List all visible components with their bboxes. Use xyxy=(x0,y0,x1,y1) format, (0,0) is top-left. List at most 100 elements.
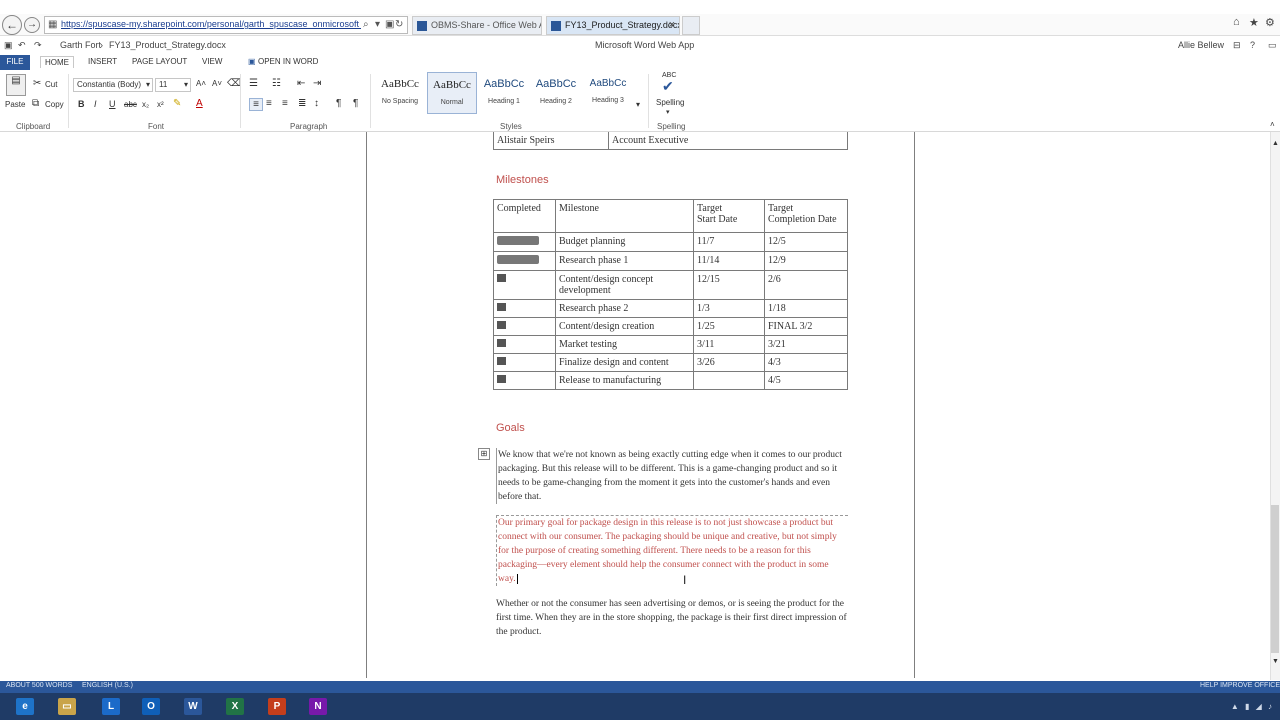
scroll-down-icon[interactable]: ▼ xyxy=(1272,658,1279,665)
forward-icon[interactable]: → xyxy=(24,17,40,33)
document-page[interactable]: Alistair Speirs Account Executive Milest… xyxy=(366,132,915,678)
table-cell[interactable] xyxy=(693,371,765,390)
strikethrough-icon[interactable]: abc xyxy=(124,100,137,109)
dropdown-icon[interactable]: ▾ xyxy=(375,19,380,30)
taskbar-app-icon[interactable]: L xyxy=(102,698,120,715)
checkbox-icon[interactable] xyxy=(497,303,506,311)
table-cell[interactable]: 12/5 xyxy=(764,232,848,252)
table-header-cell[interactable]: Target Start Date xyxy=(693,199,765,233)
table-cell[interactable]: 11/14 xyxy=(693,251,765,271)
table-cell[interactable]: FINAL 3/2 xyxy=(764,317,848,336)
goals-paragraph-2[interactable]: Our primary goal for package design in t… xyxy=(496,515,848,586)
completed-cell[interactable] xyxy=(493,335,556,354)
address-url[interactable]: https://spuscase-my.sharepoint.com/perso… xyxy=(61,19,361,29)
tab-page-layout[interactable]: PAGE LAYOUT xyxy=(128,56,191,67)
home-icon[interactable]: ⌂ xyxy=(1233,16,1240,28)
save-icon[interactable]: ▣ xyxy=(4,40,13,51)
ltr-icon[interactable]: ¶ xyxy=(336,98,341,109)
numbering-icon[interactable]: ☷ xyxy=(272,78,281,89)
favorites-star-icon[interactable]: ★ xyxy=(1249,16,1259,29)
breadcrumb-owner[interactable]: Garth Fort xyxy=(60,40,101,50)
font-name-select[interactable]: Constantia (Body) ▾ xyxy=(73,78,153,92)
checkbox-icon[interactable] xyxy=(497,375,506,383)
table-cell[interactable]: 1/25 xyxy=(693,317,765,336)
completed-cell[interactable] xyxy=(493,270,556,300)
underline-icon[interactable]: U xyxy=(109,99,116,109)
cut-button[interactable]: Cut xyxy=(45,80,57,89)
rtl-icon[interactable]: ¶ xyxy=(353,98,358,109)
taskbar-app-icon[interactable]: X xyxy=(226,698,244,715)
settings-gear-icon[interactable]: ⚙ xyxy=(1265,16,1275,29)
table-cell[interactable]: Research phase 1 xyxy=(555,251,694,271)
style-normal[interactable]: AaBbCc Normal xyxy=(427,72,477,114)
align-right-icon[interactable]: ≡ xyxy=(282,98,288,109)
ribbon-collapse-icon[interactable]: ▭ xyxy=(1268,40,1277,51)
language-indicator[interactable]: ENGLISH (U.S.) xyxy=(82,682,133,689)
table-cell[interactable]: 3/11 xyxy=(693,335,765,354)
tab-open-in-word[interactable]: OPEN IN WORD xyxy=(254,56,322,67)
table-cell[interactable]: 3/26 xyxy=(693,353,765,372)
document-title[interactable]: FY13_Product_Strategy.docx xyxy=(109,40,226,50)
search-icon[interactable]: ⌕ xyxy=(363,19,369,30)
shrink-font-icon[interactable]: A˅ xyxy=(212,79,222,88)
taskbar-app-icon[interactable]: e xyxy=(16,698,34,715)
checkbox-icon[interactable] xyxy=(497,339,506,347)
table-cell[interactable]: 4/5 xyxy=(764,371,848,390)
refresh-icon[interactable]: ↻ xyxy=(395,19,403,30)
back-icon[interactable]: ← xyxy=(2,15,22,35)
undo-icon[interactable]: ↶ xyxy=(18,40,26,51)
table-cell[interactable]: Content/design creation xyxy=(555,317,694,336)
completed-cell[interactable] xyxy=(493,251,556,271)
cut-icon[interactable]: ✂ xyxy=(33,78,41,89)
bold-icon[interactable]: B xyxy=(78,99,85,109)
copy-icon[interactable]: ⧉ xyxy=(32,98,39,109)
table-cell[interactable]: Account Executive xyxy=(608,132,848,150)
system-tray-icons[interactable]: ▲ ▮ ◢ ♪ xyxy=(1231,702,1274,711)
copy-button[interactable]: Copy xyxy=(45,100,64,109)
decrease-indent-icon[interactable]: ⇤ xyxy=(297,78,305,89)
table-header-cell[interactable]: Milestone xyxy=(555,199,694,233)
completed-cell[interactable] xyxy=(493,299,556,318)
browser-tab-inactive[interactable]: OBMS-Share - Office Web Apps xyxy=(412,16,542,35)
table-cell[interactable]: Alistair Speirs xyxy=(493,132,609,150)
taskbar-app-icon[interactable]: P xyxy=(268,698,286,715)
completed-cell[interactable] xyxy=(493,371,556,390)
bullets-icon[interactable]: ☰ xyxy=(249,78,258,89)
table-cell[interactable]: 1/18 xyxy=(764,299,848,318)
subscript-icon[interactable]: x₂ xyxy=(142,100,149,109)
table-cell[interactable]: 2/6 xyxy=(764,270,848,300)
share-icon[interactable]: ⊟ xyxy=(1233,40,1241,51)
checkbox-icon[interactable] xyxy=(497,274,506,282)
paste-label[interactable]: Paste xyxy=(5,100,25,109)
goals-heading[interactable]: Goals xyxy=(496,422,525,434)
scroll-up-icon[interactable]: ▲ xyxy=(1272,140,1279,147)
align-center-icon[interactable]: ≡ xyxy=(266,98,272,109)
tab-insert[interactable]: INSERT xyxy=(84,56,121,67)
font-color-icon[interactable]: A xyxy=(196,98,203,109)
completed-check-icon[interactable] xyxy=(497,255,539,264)
chevron-down-icon[interactable]: ▾ xyxy=(666,108,670,116)
superscript-icon[interactable]: x² xyxy=(157,100,164,109)
checkbox-icon[interactable] xyxy=(497,357,506,365)
style-heading-2[interactable]: AaBbCc Heading 2 xyxy=(531,72,581,114)
address-bar[interactable]: ▦ https://spuscase-my.sharepoint.com/per… xyxy=(44,16,408,34)
align-left-icon[interactable]: ≡ xyxy=(249,98,263,111)
table-cell[interactable]: 12/9 xyxy=(764,251,848,271)
completed-cell[interactable] xyxy=(493,317,556,336)
milestones-heading[interactable]: Milestones xyxy=(496,174,549,186)
line-spacing-icon[interactable]: ↕ xyxy=(314,98,319,109)
paste-icon[interactable]: ▤ xyxy=(6,74,26,96)
table-header-cell[interactable]: Target Completion Date xyxy=(764,199,848,233)
highlight-icon[interactable]: ✎ xyxy=(173,98,181,109)
collapse-ribbon-icon[interactable]: ˄ xyxy=(1270,120,1275,129)
taskbar-app-icon[interactable]: O xyxy=(142,698,160,715)
table-cell[interactable]: Finalize design and content xyxy=(555,353,694,372)
font-size-select[interactable]: 11 ▾ xyxy=(155,78,191,92)
scrollbar-thumb[interactable] xyxy=(1271,505,1279,653)
taskbar-app-icon[interactable]: W xyxy=(184,698,202,715)
redo-icon[interactable]: ↷ xyxy=(34,40,42,51)
increase-indent-icon[interactable]: ⇥ xyxy=(313,78,321,89)
completed-check-icon[interactable] xyxy=(497,236,539,245)
style-heading-1[interactable]: AaBbCc Heading 1 xyxy=(479,72,529,114)
style-heading-3[interactable]: AaBbCc Heading 3 xyxy=(583,72,633,114)
